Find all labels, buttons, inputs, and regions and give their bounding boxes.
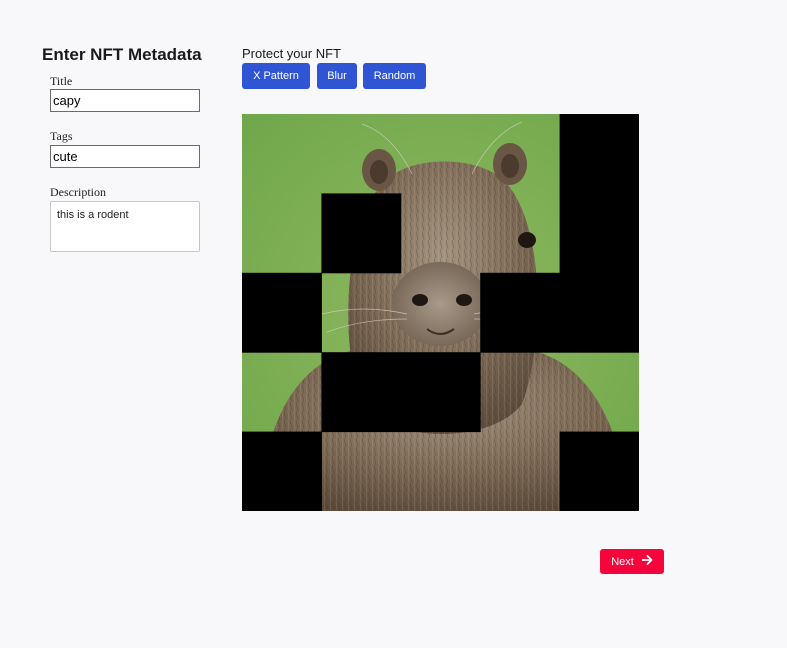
- page-heading: Enter NFT Metadata: [42, 45, 202, 64]
- nft-image-preview: [242, 114, 639, 511]
- mask-cell: [242, 431, 322, 511]
- mask-cell: [400, 352, 481, 433]
- random-button[interactable]: Random: [363, 63, 426, 89]
- blur-button[interactable]: Blur: [317, 63, 357, 89]
- arrow-right-icon: [641, 555, 653, 568]
- mask-cell: [242, 272, 322, 353]
- next-label: Next: [611, 555, 634, 568]
- title-input[interactable]: [50, 89, 200, 112]
- mask-cell: [559, 431, 639, 511]
- tags-label: Tags: [50, 129, 73, 143]
- capybara-image: [242, 114, 639, 511]
- next-button[interactable]: Next: [600, 549, 664, 574]
- description-textarea[interactable]: this is a rodent: [50, 201, 200, 252]
- description-label: Description: [50, 185, 106, 199]
- mask-cell: [559, 114, 639, 194]
- mask-cell: [559, 272, 639, 353]
- mask-cell: [559, 193, 639, 274]
- protect-label: Protect your NFT: [242, 46, 341, 61]
- mask-cell: [321, 193, 402, 274]
- mask-cell: [480, 272, 561, 353]
- tags-input[interactable]: [50, 145, 200, 168]
- title-label: Title: [50, 74, 73, 88]
- x-pattern-button[interactable]: X Pattern: [242, 63, 310, 89]
- mask-cell: [321, 352, 402, 433]
